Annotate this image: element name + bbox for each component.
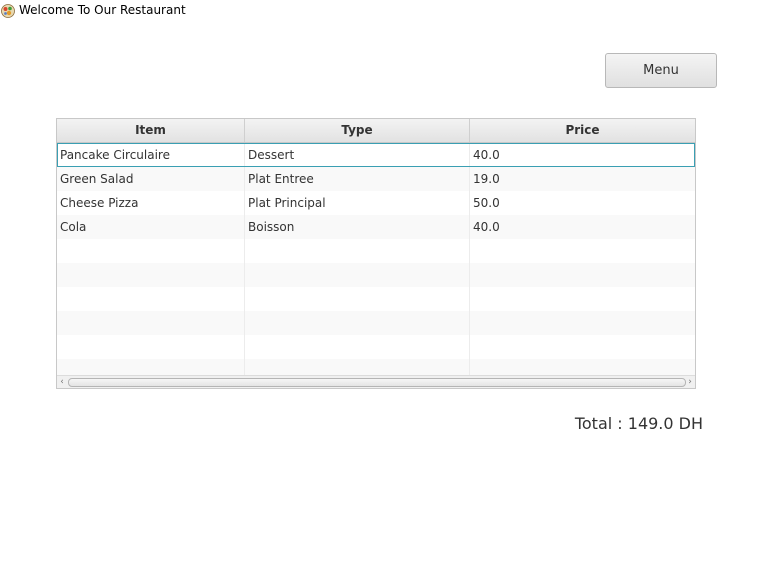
cell-price: 40.0 bbox=[473, 220, 500, 234]
cell-item bbox=[57, 287, 245, 311]
cell-item: Pancake Circulaire bbox=[57, 143, 245, 167]
cell-price bbox=[470, 311, 695, 335]
column-header-price[interactable]: Price bbox=[470, 119, 695, 142]
cell-type bbox=[245, 359, 470, 376]
table-row[interactable]: Cola Boisson 40.0 bbox=[57, 215, 695, 239]
total-label: Total : 149.0 DH bbox=[574, 414, 703, 433]
table-row[interactable]: Pancake Circulaire Dessert 40.0 bbox=[57, 143, 695, 167]
table-row-empty bbox=[57, 359, 695, 376]
cell-price bbox=[470, 359, 695, 376]
cell-type: Plat Entree bbox=[245, 167, 470, 191]
cell-price: 50.0 bbox=[473, 196, 500, 210]
title-bar: Welcome To Our Restaurant bbox=[0, 0, 771, 22]
menu-button[interactable]: Menu bbox=[605, 53, 717, 88]
table-row[interactable]: Cheese Pizza Plat Principal 50.0 bbox=[57, 191, 695, 215]
cell-item: Cola bbox=[57, 215, 245, 239]
app-window: Welcome To Our Restaurant Menu Item Type… bbox=[0, 0, 771, 572]
cell-type bbox=[245, 311, 470, 335]
restaurant-logo-icon bbox=[1, 3, 15, 18]
cell-price bbox=[470, 335, 695, 359]
cell-type bbox=[245, 239, 470, 263]
table-row-empty bbox=[57, 311, 695, 335]
cell-price: 40.0 bbox=[473, 148, 500, 162]
order-table[interactable]: Item Type Price Pancake Circulaire Desse… bbox=[56, 118, 696, 389]
cell-item bbox=[57, 335, 245, 359]
table-row-empty bbox=[57, 263, 695, 287]
table-row[interactable]: Green Salad Plat Entree 19.0 bbox=[57, 167, 695, 191]
chevron-left-icon[interactable]: ‹ bbox=[57, 376, 67, 388]
cell-price: 19.0 bbox=[473, 172, 500, 186]
cell-type bbox=[245, 287, 470, 311]
table-row-empty bbox=[57, 287, 695, 311]
cell-type: Dessert bbox=[245, 143, 470, 167]
cell-item bbox=[57, 263, 245, 287]
cell-item bbox=[57, 359, 245, 376]
cell-type: Boisson bbox=[245, 215, 470, 239]
cell-type bbox=[245, 263, 470, 287]
chevron-right-icon[interactable]: › bbox=[685, 376, 695, 388]
horizontal-scrollbar[interactable]: ‹ › bbox=[57, 375, 695, 388]
table-body: Pancake Circulaire Dessert 40.0 Green Sa… bbox=[57, 143, 695, 376]
cell-price bbox=[470, 239, 695, 263]
cell-item: Cheese Pizza bbox=[57, 191, 245, 215]
cell-item bbox=[57, 239, 245, 263]
cell-type bbox=[245, 335, 470, 359]
table-row-empty bbox=[57, 239, 695, 263]
table-row-empty bbox=[57, 335, 695, 359]
scrollbar-thumb[interactable] bbox=[68, 378, 686, 387]
window-title: Welcome To Our Restaurant bbox=[19, 3, 186, 17]
cell-item: Green Salad bbox=[57, 167, 245, 191]
column-header-item[interactable]: Item bbox=[57, 119, 245, 142]
column-header-type[interactable]: Type bbox=[245, 119, 470, 142]
cell-item bbox=[57, 311, 245, 335]
cell-price bbox=[470, 263, 695, 287]
cell-type: Plat Principal bbox=[245, 191, 470, 215]
cell-price bbox=[470, 287, 695, 311]
table-header: Item Type Price bbox=[57, 119, 695, 143]
